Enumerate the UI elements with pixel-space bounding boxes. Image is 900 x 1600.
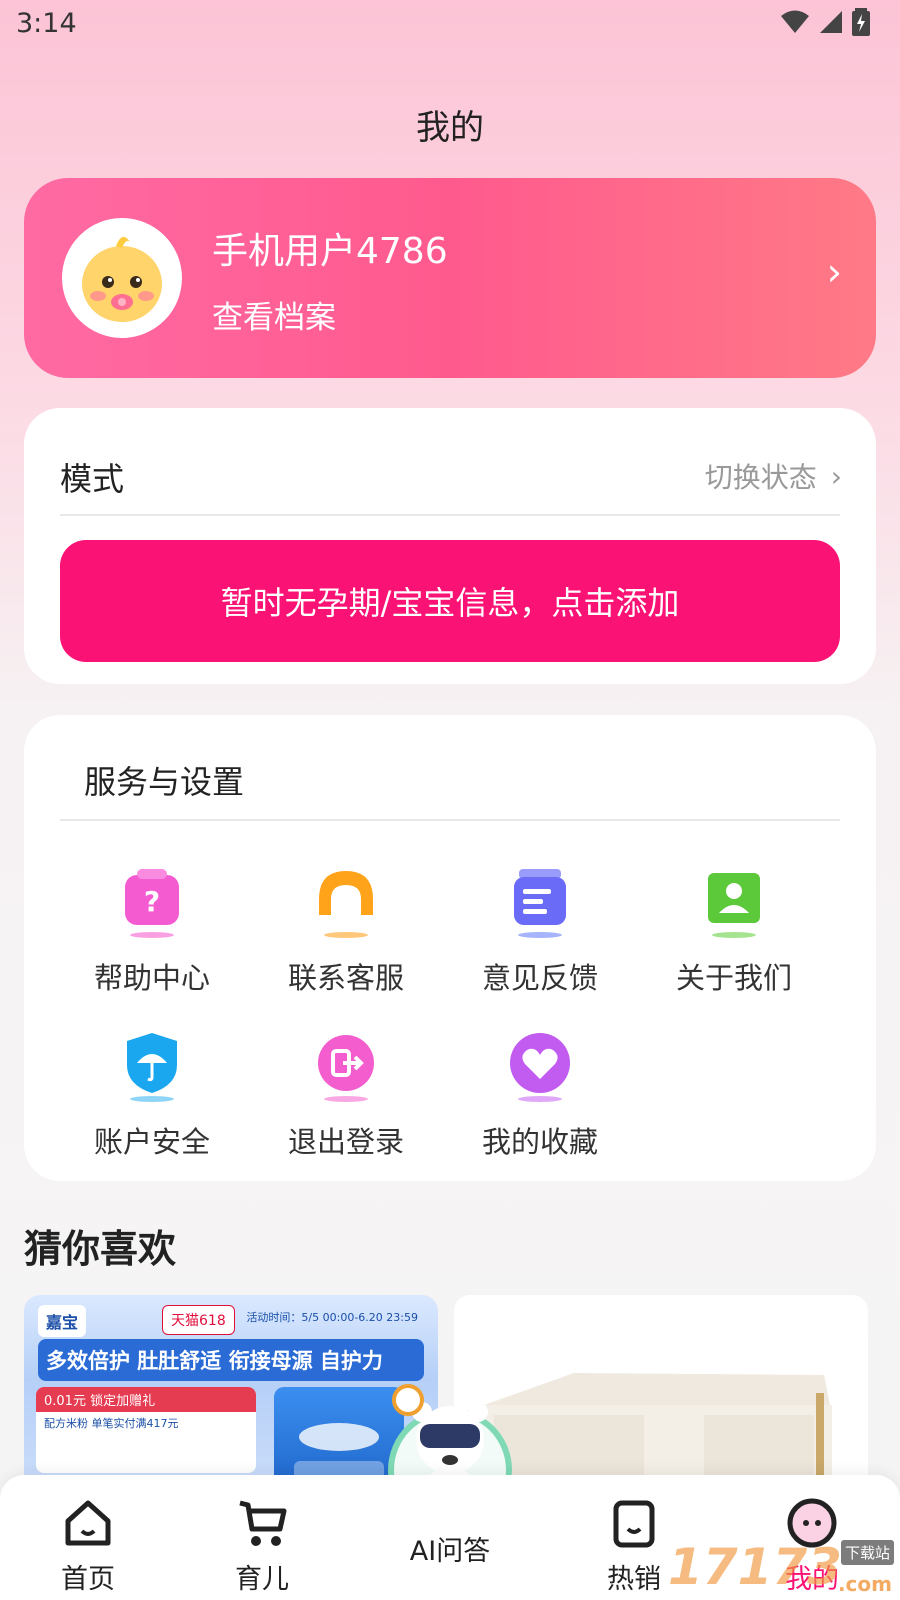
avatar[interactable] — [62, 218, 182, 338]
nav-label: AI问答 — [409, 1536, 491, 1567]
promo-body: 配方米粉 单笔实付满417元 — [44, 1417, 179, 1430]
service-label: 联系客服 — [287, 961, 404, 995]
service-label: 意见反馈 — [481, 961, 598, 995]
service-label: 关于我们 — [675, 961, 792, 995]
heart-icon — [505, 1029, 575, 1105]
divider — [60, 514, 840, 516]
shield-umbrella-icon — [117, 1029, 187, 1105]
nav-parenting[interactable]: 育儿 — [202, 1495, 322, 1596]
add-baby-info-button[interactable]: 暂时无孕期/宝宝信息，点击添加 — [60, 540, 840, 662]
headset-icon — [311, 865, 381, 941]
product-slogan: 多效倍护 肚肚舒适 衔接母源 自护力 — [38, 1339, 424, 1381]
product-time: 活动时间：5/5 00:00-6.20 23:59 — [246, 1311, 418, 1324]
signal-icon — [820, 11, 842, 33]
profile-card[interactable]: 手机用户4786 查看档案 › — [24, 178, 876, 378]
svg-text:?: ? — [144, 885, 160, 918]
about-icon — [699, 865, 769, 941]
mode-label: 模式 — [60, 460, 125, 498]
home-icon — [65, 1500, 111, 1546]
wifi-icon — [781, 10, 809, 33]
service-logout[interactable]: 退出登录 — [246, 1029, 446, 1161]
status-bar: 3:14 — [0, 0, 900, 50]
service-account-security[interactable]: 账户安全 — [52, 1029, 252, 1161]
chevron-right-icon: › — [830, 459, 842, 493]
promo-head: 0.01元 锁定加赠礼 — [36, 1387, 256, 1412]
service-about-us[interactable]: 关于我们 — [634, 865, 834, 997]
help-icon: ? — [117, 865, 187, 941]
status-icons — [780, 8, 870, 36]
services-card: 服务与设置 ? 帮助中心 联系客服 意见反馈 关于我们 账户安全 退出登录 我的… — [24, 715, 876, 1181]
view-profile-link[interactable]: 查看档案 — [212, 292, 336, 337]
nav-label: 育儿 — [235, 1564, 289, 1595]
watermark-logo: 17173 下载站 .com — [668, 1538, 900, 1600]
product-tag: 天猫618 — [162, 1305, 235, 1335]
user-name: 手机用户4786 — [212, 231, 448, 272]
service-label: 账户安全 — [93, 1125, 210, 1159]
service-feedback[interactable]: 意见反馈 — [440, 865, 640, 997]
watermark-domain: .com — [837, 1572, 892, 1596]
status-time: 3:14 — [16, 8, 77, 39]
service-label: 退出登录 — [287, 1125, 404, 1159]
product-promo: 0.01元 锁定加赠礼 配方米粉 单笔实付满417元 — [36, 1387, 256, 1473]
switch-status-label: 切换状态 — [704, 461, 817, 494]
chevron-right-icon[interactable]: › — [827, 250, 842, 294]
recommend-title: 猜你喜欢 — [24, 1227, 177, 1271]
shopping-bag-icon — [613, 1500, 655, 1548]
mode-card: 模式 切换状态 › 暂时无孕期/宝宝信息，点击添加 — [24, 408, 876, 684]
watermark-sub: 下载站 — [840, 1540, 894, 1565]
service-help-center[interactable]: ? 帮助中心 — [52, 865, 252, 997]
stroller-icon — [239, 1500, 287, 1546]
baby-avatar-icon — [66, 222, 178, 334]
switch-status-button[interactable]: 切换状态 › — [705, 456, 842, 496]
logout-icon — [311, 1029, 381, 1105]
page-title: 我的 — [416, 108, 484, 148]
service-label: 我的收藏 — [481, 1125, 598, 1159]
services-title: 服务与设置 — [84, 763, 245, 801]
nav-label: 首页 — [61, 1564, 115, 1595]
nav-ai-qa[interactable]: AI问答 — [390, 1527, 510, 1568]
watermark-text: 17173 — [668, 1538, 842, 1596]
divider — [60, 819, 840, 821]
service-label: 帮助中心 — [93, 961, 210, 995]
product-card[interactable]: 嘉宝 天猫618 活动时间：5/5 00:00-6.20 23:59 多效倍护 … — [24, 1295, 438, 1505]
product-brand: 嘉宝 — [38, 1305, 87, 1337]
feedback-icon — [505, 865, 575, 941]
service-favorites[interactable]: 我的收藏 — [440, 1029, 640, 1161]
battery-icon — [852, 8, 870, 36]
nav-home[interactable]: 首页 — [28, 1495, 148, 1596]
service-contact-support[interactable]: 联系客服 — [246, 865, 446, 997]
